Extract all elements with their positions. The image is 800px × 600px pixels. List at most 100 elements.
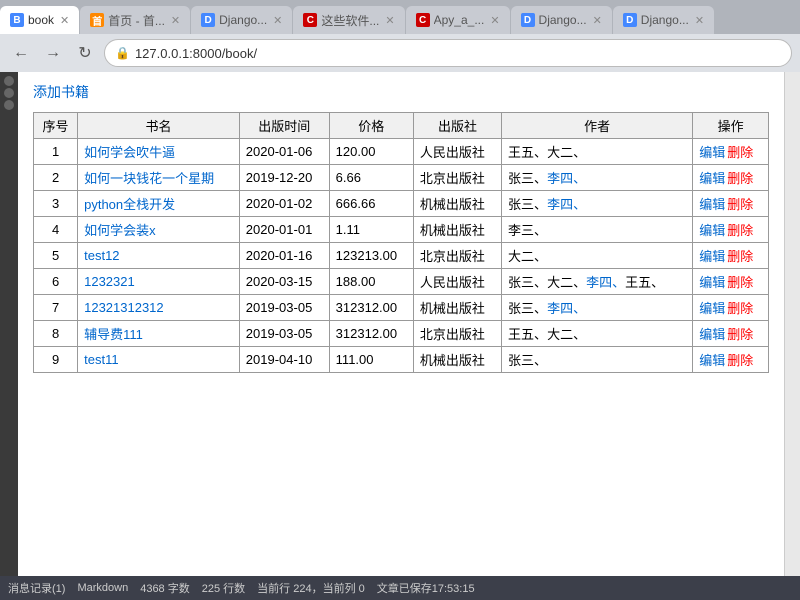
book-title-link[interactable]: test12 [84, 248, 119, 263]
delete-link[interactable]: 删除 [727, 197, 753, 212]
table-row: 1如何学会吹牛逼2020-01-06120.00人民出版社王五、大二、编辑删除 [34, 139, 769, 165]
cell-title: test11 [78, 347, 240, 373]
sidebar-left [0, 72, 18, 576]
edit-link[interactable]: 编辑 [699, 223, 725, 238]
tab-home[interactable]: 首 首页 - 首... ✕ [80, 6, 190, 34]
tab-favicon-django1: D [201, 13, 215, 27]
cell-pubdate: 2019-04-10 [239, 347, 329, 373]
author-name: 王五、 [508, 145, 547, 160]
tab-label-csoft: 这些软件... [321, 12, 379, 29]
cell-operations: 编辑删除 [693, 243, 769, 269]
cell-operations: 编辑删除 [693, 139, 769, 165]
col-header-authors: 作者 [502, 113, 693, 139]
book-title-link[interactable]: python全栈开发 [84, 197, 175, 212]
tab-close-csoft[interactable]: ✕ [385, 14, 394, 27]
cell-operations: 编辑删除 [693, 165, 769, 191]
table-row: 3python全栈开发2020-01-02666.66机械出版社张三、李四、编辑… [34, 191, 769, 217]
delete-link[interactable]: 删除 [727, 145, 753, 160]
edit-link[interactable]: 编辑 [699, 327, 725, 342]
book-title-link[interactable]: 如何一块钱花一个星期 [84, 171, 214, 186]
delete-link[interactable]: 删除 [727, 301, 753, 316]
cell-publisher: 机械出版社 [413, 347, 501, 373]
status-bar: 消息记录(1) Markdown 4368 字数 225 行数 当前行 224，… [0, 576, 800, 600]
cell-price: 312312.00 [329, 295, 413, 321]
book-title-link[interactable]: 如何学会吹牛逼 [84, 145, 175, 160]
edit-link[interactable]: 编辑 [699, 171, 725, 186]
cell-authors: 张三、 [502, 347, 693, 373]
author-link[interactable]: 李四、 [547, 197, 586, 212]
cell-publisher: 北京出版社 [413, 165, 501, 191]
tab-django3[interactable]: D Django... ✕ [613, 6, 714, 34]
tab-close-django3[interactable]: ✕ [695, 14, 704, 27]
table-row: 7123213123122019-03-05312312.00机械出版社张三、李… [34, 295, 769, 321]
page-content: 添加书籍 序号 书名 出版时间 价格 出版社 作者 操作 1如何学会吹牛逼202… [18, 72, 784, 576]
tab-close-django1[interactable]: ✕ [273, 14, 282, 27]
tab-csoft[interactable]: C 这些软件... ✕ [293, 6, 404, 34]
status-mode: Markdown [77, 582, 128, 594]
cell-price: 111.00 [329, 347, 413, 373]
delete-link[interactable]: 删除 [727, 223, 753, 238]
author-name: 张三、 [508, 301, 547, 316]
book-title-link[interactable]: 1232321 [84, 274, 135, 289]
book-title-link[interactable]: test11 [84, 352, 118, 367]
cell-price: 312312.00 [329, 321, 413, 347]
status-linecount: 225 行数 [202, 580, 245, 596]
cell-authors: 张三、李四、 [502, 295, 693, 321]
cell-operations: 编辑删除 [693, 347, 769, 373]
status-charcount: 4368 字数 [140, 580, 190, 596]
cell-id: 4 [34, 217, 78, 243]
table-header-row: 序号 书名 出版时间 价格 出版社 作者 操作 [34, 113, 769, 139]
edit-link[interactable]: 编辑 [699, 301, 725, 316]
author-link[interactable]: 李四、 [586, 275, 625, 290]
tab-close-home[interactable]: ✕ [171, 14, 180, 27]
cell-authors: 大二、 [502, 243, 693, 269]
cell-title: 如何学会吹牛逼 [78, 139, 240, 165]
author-link[interactable]: 李四、 [547, 301, 586, 316]
tab-django2[interactable]: D Django... ✕ [511, 6, 612, 34]
author-name: 张三、 [508, 353, 547, 368]
cell-id: 5 [34, 243, 78, 269]
table-row: 5test122020-01-16123213.00北京出版社大二、编辑删除 [34, 243, 769, 269]
delete-link[interactable]: 删除 [727, 353, 753, 368]
tab-close-book[interactable]: ✕ [60, 14, 69, 27]
cell-authors: 王五、大二、 [502, 321, 693, 347]
back-button[interactable]: ← [8, 40, 34, 66]
scrollbar[interactable] [784, 72, 800, 576]
author-name: 张三、 [508, 171, 547, 186]
add-book-link[interactable]: 添加书籍 [33, 82, 89, 102]
cell-id: 6 [34, 269, 78, 295]
table-row: 9test112019-04-10111.00机械出版社张三、编辑删除 [34, 347, 769, 373]
tab-favicon-apy: C [416, 13, 430, 27]
book-title-link[interactable]: 辅导费111 [84, 327, 143, 342]
address-input[interactable] [135, 46, 781, 61]
cell-title: 1232321 [78, 269, 240, 295]
tab-apy[interactable]: C Apy_a_... ✕ [406, 6, 510, 34]
book-title-link[interactable]: 12321312312 [84, 300, 164, 315]
status-message: 消息记录(1) [8, 580, 65, 596]
cell-authors: 张三、李四、 [502, 165, 693, 191]
edit-link[interactable]: 编辑 [699, 145, 725, 160]
tab-label-django2: Django... [539, 13, 587, 27]
reload-button[interactable]: ↻ [72, 40, 98, 66]
delete-link[interactable]: 删除 [727, 171, 753, 186]
cell-publisher: 北京出版社 [413, 321, 501, 347]
author-name: 大二、 [508, 249, 547, 264]
book-title-link[interactable]: 如何学会装x [84, 223, 156, 238]
sidebar-dot-1 [4, 76, 14, 86]
tab-book[interactable]: B book ✕ [0, 6, 79, 34]
edit-link[interactable]: 编辑 [699, 197, 725, 212]
tab-django1[interactable]: D Django... ✕ [191, 6, 292, 34]
forward-button[interactable]: → [40, 40, 66, 66]
cell-title: 如何一块钱花一个星期 [78, 165, 240, 191]
delete-link[interactable]: 删除 [727, 249, 753, 264]
edit-link[interactable]: 编辑 [699, 353, 725, 368]
edit-link[interactable]: 编辑 [699, 249, 725, 264]
tab-close-django2[interactable]: ✕ [593, 14, 602, 27]
tab-close-apy[interactable]: ✕ [490, 14, 499, 27]
delete-link[interactable]: 删除 [727, 327, 753, 342]
author-link[interactable]: 李四、 [547, 171, 586, 186]
delete-link[interactable]: 删除 [727, 275, 753, 290]
cell-operations: 编辑删除 [693, 295, 769, 321]
edit-link[interactable]: 编辑 [699, 275, 725, 290]
address-bar[interactable]: 🔒 [104, 39, 792, 67]
